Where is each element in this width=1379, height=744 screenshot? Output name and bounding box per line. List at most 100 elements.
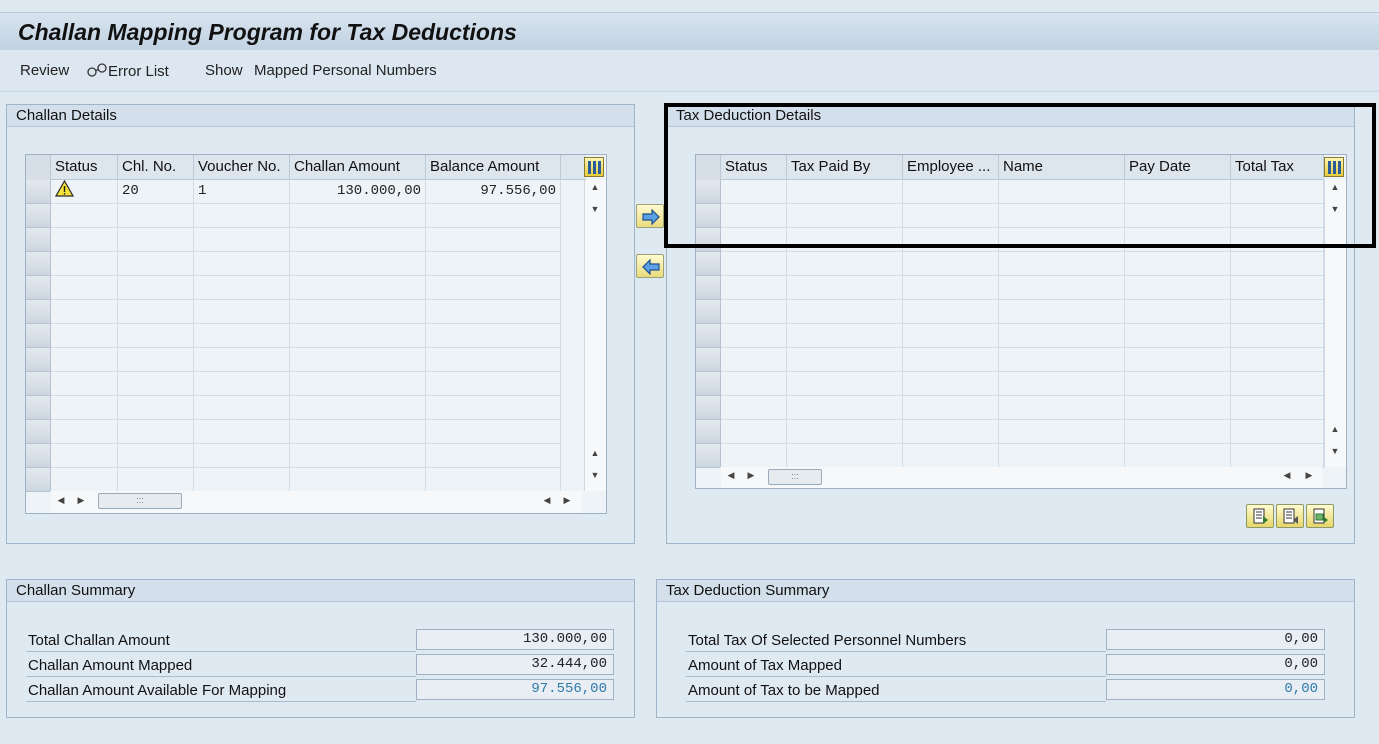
row-selector[interactable]: [26, 348, 50, 372]
challan-horizontal-scrollbar[interactable]: ◀ ▶ ::: ◀ ▶: [51, 491, 582, 513]
row-selector[interactable]: [696, 180, 720, 204]
table-row[interactable]: [51, 324, 561, 348]
row-selector-column[interactable]: [26, 180, 51, 492]
challan-amount-mapped-label: Challan Amount Mapped: [28, 657, 193, 674]
column-config-icon[interactable]: [1324, 157, 1344, 177]
table-row[interactable]: [51, 276, 561, 300]
table-row[interactable]: [51, 468, 561, 492]
table-row[interactable]: [51, 420, 561, 444]
row-selector[interactable]: [696, 420, 720, 444]
row-selector[interactable]: [696, 396, 720, 420]
col-header-name[interactable]: Name: [999, 155, 1125, 180]
table-row[interactable]: [721, 228, 1324, 252]
scroll-down-icon[interactable]: ▼: [587, 470, 603, 480]
col-header-total-tax[interactable]: Total Tax: [1231, 155, 1324, 180]
table-row[interactable]: [51, 252, 561, 276]
table-row[interactable]: [721, 276, 1324, 300]
row-selector[interactable]: [26, 276, 50, 300]
row-selector-column[interactable]: [696, 180, 721, 468]
row-selector[interactable]: [696, 324, 720, 348]
table-row[interactable]: [51, 372, 561, 396]
col-header-balance-amount[interactable]: Balance Amount: [426, 155, 561, 180]
scroll-thumb[interactable]: :::: [768, 469, 822, 485]
tax-horizontal-scrollbar[interactable]: ◀ ▶ ::: ◀ ▶: [721, 467, 1322, 488]
col-header-pay-date[interactable]: Pay Date: [1125, 155, 1231, 180]
table-row[interactable]: [721, 348, 1324, 372]
row-selector[interactable]: [26, 420, 50, 444]
scroll-thumb[interactable]: :::: [98, 493, 182, 509]
select-all-cell[interactable]: [696, 155, 721, 180]
scroll-right-icon[interactable]: ▶: [561, 495, 573, 506]
row-selector[interactable]: [26, 300, 50, 324]
row-selector[interactable]: [26, 180, 50, 204]
col-header-tax-paid-by[interactable]: Tax Paid By: [787, 155, 903, 180]
row-selector[interactable]: [26, 204, 50, 228]
scroll-right-icon[interactable]: ▶: [1303, 470, 1315, 481]
table-row[interactable]: [721, 372, 1324, 396]
show-button[interactable]: Show: [205, 62, 243, 79]
col-header-employee[interactable]: Employee ...: [903, 155, 999, 180]
scroll-up-icon[interactable]: ▲: [1327, 182, 1343, 192]
row-selector[interactable]: [696, 204, 720, 228]
row-selector[interactable]: [26, 444, 50, 468]
scroll-up-icon[interactable]: ▲: [587, 448, 603, 458]
table-row[interactable]: [721, 444, 1324, 468]
col-header-chl-no[interactable]: Chl. No.: [118, 155, 194, 180]
row-selector[interactable]: [696, 228, 720, 252]
row-selector[interactable]: [26, 228, 50, 252]
table-row[interactable]: [721, 420, 1324, 444]
table-row[interactable]: [51, 396, 561, 420]
col-header-voucher-no[interactable]: Voucher No.: [194, 155, 290, 180]
table-row[interactable]: [721, 252, 1324, 276]
row-selector[interactable]: [696, 276, 720, 300]
row-selector[interactable]: [696, 252, 720, 276]
scroll-up-icon[interactable]: ▲: [587, 182, 603, 192]
scroll-right-icon[interactable]: ▶: [75, 495, 87, 506]
table-row[interactable]: [51, 444, 561, 468]
column-config-icon[interactable]: [584, 157, 604, 177]
scroll-right-icon[interactable]: ▶: [745, 470, 757, 481]
tax-vertical-scrollbar[interactable]: ▲ ▼ ▲ ▼: [1324, 180, 1346, 467]
scroll-left-icon[interactable]: ◀: [725, 470, 737, 481]
scroll-up-icon[interactable]: ▲: [1327, 424, 1343, 434]
col-header-challan-amount[interactable]: Challan Amount: [290, 155, 426, 180]
table-row[interactable]: [721, 396, 1324, 420]
scroll-left-icon[interactable]: ◀: [541, 495, 553, 506]
row-selector[interactable]: [696, 348, 720, 372]
row-selector[interactable]: [26, 396, 50, 420]
challan-vertical-scrollbar[interactable]: ▲ ▼ ▲ ▼: [584, 180, 606, 491]
col-header-status[interactable]: Status: [51, 155, 118, 180]
row-selector[interactable]: [26, 468, 50, 492]
row-selector[interactable]: [696, 444, 720, 468]
col-header-status[interactable]: Status: [721, 155, 787, 180]
select-all-button[interactable]: [1246, 504, 1274, 528]
scroll-down-icon[interactable]: ▼: [587, 204, 603, 214]
row-selector[interactable]: [26, 324, 50, 348]
row-selector[interactable]: [696, 300, 720, 324]
select-all-cell[interactable]: [26, 155, 51, 180]
review-button[interactable]: Review: [20, 62, 69, 79]
row-selector[interactable]: [26, 252, 50, 276]
scroll-down-icon[interactable]: ▼: [1327, 204, 1343, 214]
table-row[interactable]: 20 1 130.000,00 97.556,00: [51, 180, 561, 204]
table-row[interactable]: [721, 180, 1324, 204]
table-row[interactable]: [721, 324, 1324, 348]
table-row[interactable]: [721, 300, 1324, 324]
error-list-button[interactable]: Error List: [86, 62, 169, 80]
table-row[interactable]: [51, 348, 561, 372]
scroll-left-icon[interactable]: ◀: [55, 495, 67, 506]
deselect-all-button[interactable]: [1276, 504, 1304, 528]
row-selector[interactable]: [26, 372, 50, 396]
total-tax-selected-label: Total Tax Of Selected Personnel Numbers: [688, 632, 967, 649]
mapped-personal-numbers-button[interactable]: Mapped Personal Numbers: [254, 62, 437, 79]
scroll-down-icon[interactable]: ▼: [1327, 446, 1343, 456]
table-row[interactable]: [51, 204, 561, 228]
table-row[interactable]: [51, 300, 561, 324]
move-right-button[interactable]: [636, 204, 664, 228]
select-block-button[interactable]: [1306, 504, 1334, 528]
row-selector[interactable]: [696, 372, 720, 396]
table-row[interactable]: [51, 228, 561, 252]
move-left-button[interactable]: [636, 254, 664, 278]
table-row[interactable]: [721, 204, 1324, 228]
scroll-left-icon[interactable]: ◀: [1281, 470, 1293, 481]
